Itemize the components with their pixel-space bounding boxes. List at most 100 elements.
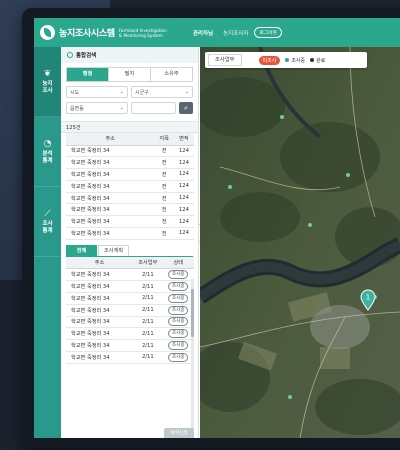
cell-task: 2/11 [133,292,163,305]
table-header-row: 주소 조사업무 상태 [66,256,194,270]
tab-admin[interactable]: 행정 [67,68,109,81]
table-row[interactable]: 학교면 죽정리 34 2/11 조사중 [66,292,194,305]
column-header: 조사업무 [133,256,163,270]
app-title: 농지조사시스템 [59,29,115,39]
cell-category: 전 [154,192,174,205]
chevron-down-icon: ⌄ [119,89,124,95]
cell-area: 124 [173,203,194,217]
chevron-down-icon: ⌄ [184,89,189,95]
sidebar-item-farmland-survey[interactable]: ❦ 농지조사 [34,47,61,117]
cell-area: 124 [173,180,194,193]
sigungu-select[interactable]: 시군구 ⌄ [131,86,193,98]
table-row[interactable]: 학교면 죽정리 34 전 124 [66,192,194,205]
tab-parcel[interactable]: 필지 [109,68,151,81]
cell-address: 학교면 죽정리 34 [66,292,134,305]
map-imagery [200,47,400,438]
scrollbar[interactable] [191,279,194,438]
status-badge: 조사중 [168,293,189,303]
sido-select-value: 시도 [70,89,80,96]
table-row[interactable]: 학교면 죽정리 34 2/11 조사중 [66,316,194,329]
table-row[interactable]: 학교면 죽정리 34 전 124 [66,168,194,181]
status-badge: 조사중 [168,352,189,362]
panel-title: 통합검색 [76,53,97,59]
cell-address: 학교면 죽정리 34 [66,156,155,170]
cell-area: 124 [173,227,194,240]
result-table: 주소 지목 면적 학교면 죽정리 34 전 124 학교면 죽정리 34 전 124 학… [66,133,194,240]
cell-area: 124 [173,168,194,181]
cell-status: 조사중 [162,339,194,352]
admin-menu[interactable]: 관리자님 [193,29,213,37]
line-chart-icon: ⟋ [44,208,51,219]
status-badge: 조사중 [168,317,189,327]
map-toolbar-title[interactable]: 조사업무 [208,54,242,66]
result-count: 125건 [61,121,198,133]
cell-category: 전 [154,180,174,193]
table-row[interactable]: 학교면 죽정리 34 전 124 [66,215,194,229]
circle-icon [67,52,73,58]
cell-address: 학교면 죽정리 34 [66,203,155,217]
scrollbar-thumb[interactable] [191,289,194,337]
cell-address: 학교면 죽정리 34 [66,351,134,364]
cell-category: 전 [154,145,174,158]
cell-status: 조사중 [162,280,194,293]
map-marker-1[interactable]: 1 [360,289,376,311]
cell-address: 학교면 죽정리 34 [66,327,134,341]
sidebar-item-survey-stats[interactable]: ⟋ 조사통계 [34,187,61,257]
cell-task: 2/11 [133,280,163,293]
sido-select[interactable]: 시도 ⌄ [66,86,128,98]
cell-task: 2/11 [133,304,163,317]
plan-apply-button[interactable]: 계획신청 [164,428,194,438]
cell-address: 학교면 죽정리 34 [66,180,155,193]
status-badge: 조사중 [168,329,189,339]
search-input[interactable] [131,102,176,114]
legend-dot-icon [285,58,290,62]
cell-category: 전 [154,203,174,217]
search-panel: 통합검색 행정 필지 소유주 시도 ⌄ 시군구 ⌄ 읍면동 ⌄ ⌕ 125건 주… [61,47,199,438]
cell-task: 2/11 [133,327,163,341]
search-button[interactable]: ⌕ [179,102,193,114]
cell-status: 조사중 [162,304,194,317]
table-row[interactable]: 학교면 죽정리 34 전 124 [66,227,194,240]
sidebar-item-analysis-stats[interactable]: ◔ 분석통계 [34,117,61,187]
status-badge: 조사중 [168,341,189,351]
cell-area: 124 [173,215,194,229]
status-chip-unsurveyed[interactable]: 미조사 [258,55,281,65]
table-row[interactable]: 학교면 죽정리 34 2/11 조사중 [66,268,194,282]
table-row[interactable]: 학교면 죽정리 34 전 124 [66,156,194,170]
table-row[interactable]: 학교면 죽정리 34 2/11 조사중 [66,351,194,364]
table-row[interactable]: 학교면 죽정리 34 2/11 조사중 [66,280,194,293]
cell-address: 학교면 죽정리 34 [66,304,134,317]
tab-owner[interactable]: 소유주 [151,68,192,81]
table-row[interactable]: 학교면 죽정리 34 전 124 [66,180,194,193]
logout-button[interactable]: 로그아웃 [254,27,283,38]
table-row[interactable]: 학교면 죽정리 34 전 124 [66,145,194,158]
tab-survey-plan[interactable]: 조사계획 [98,244,129,256]
table-row[interactable]: 학교면 죽정리 34 2/11 조사중 [66,339,194,352]
cell-category: 전 [154,215,174,229]
app-header: 농지조사시스템 Farmland Investigation & Monitor… [34,18,400,47]
app-screen: 농지조사시스템 Farmland Investigation & Monitor… [34,18,400,438]
chart-pie-icon: ◔ [43,138,52,149]
cell-status: 조사중 [162,292,194,305]
plan-table: 주소 조사업무 상태 학교면 죽정리 34 2/11 조사중 학교면 죽정리 34 2… [66,256,194,364]
status-badge: 조사중 [168,282,189,292]
cell-area: 124 [173,156,194,170]
cell-status: 조사중 [162,316,194,329]
cell-area: 124 [173,192,194,205]
cell-address: 학교면 죽정리 34 [66,339,134,352]
tab-all[interactable]: 전체 [66,244,97,256]
table-row[interactable]: 학교면 죽정리 34 2/11 조사중 [66,304,194,317]
sidebar-item-label: 분석통계 [42,150,53,164]
column-header: 면적 [173,133,194,146]
column-header: 주소 [66,256,134,270]
status-badge: 조사중 [168,270,189,280]
sidebar-item-label: 조사통계 [42,220,53,234]
satellite-map[interactable]: 조사업무 미조사 조사중 완료 1 2 [200,47,400,438]
eupmyeondong-select[interactable]: 읍면동 ⌄ [66,102,128,114]
table-row[interactable]: 학교면 죽정리 34 2/11 조사중 [66,327,194,341]
cell-status: 조사중 [162,327,194,341]
cell-task: 2/11 [133,316,163,329]
table-row[interactable]: 학교면 죽정리 34 전 124 [66,203,194,217]
app-subtitle: Farmland Investigation & Monitoring Syst… [118,27,167,38]
legend-label: 조사중 [291,57,306,64]
